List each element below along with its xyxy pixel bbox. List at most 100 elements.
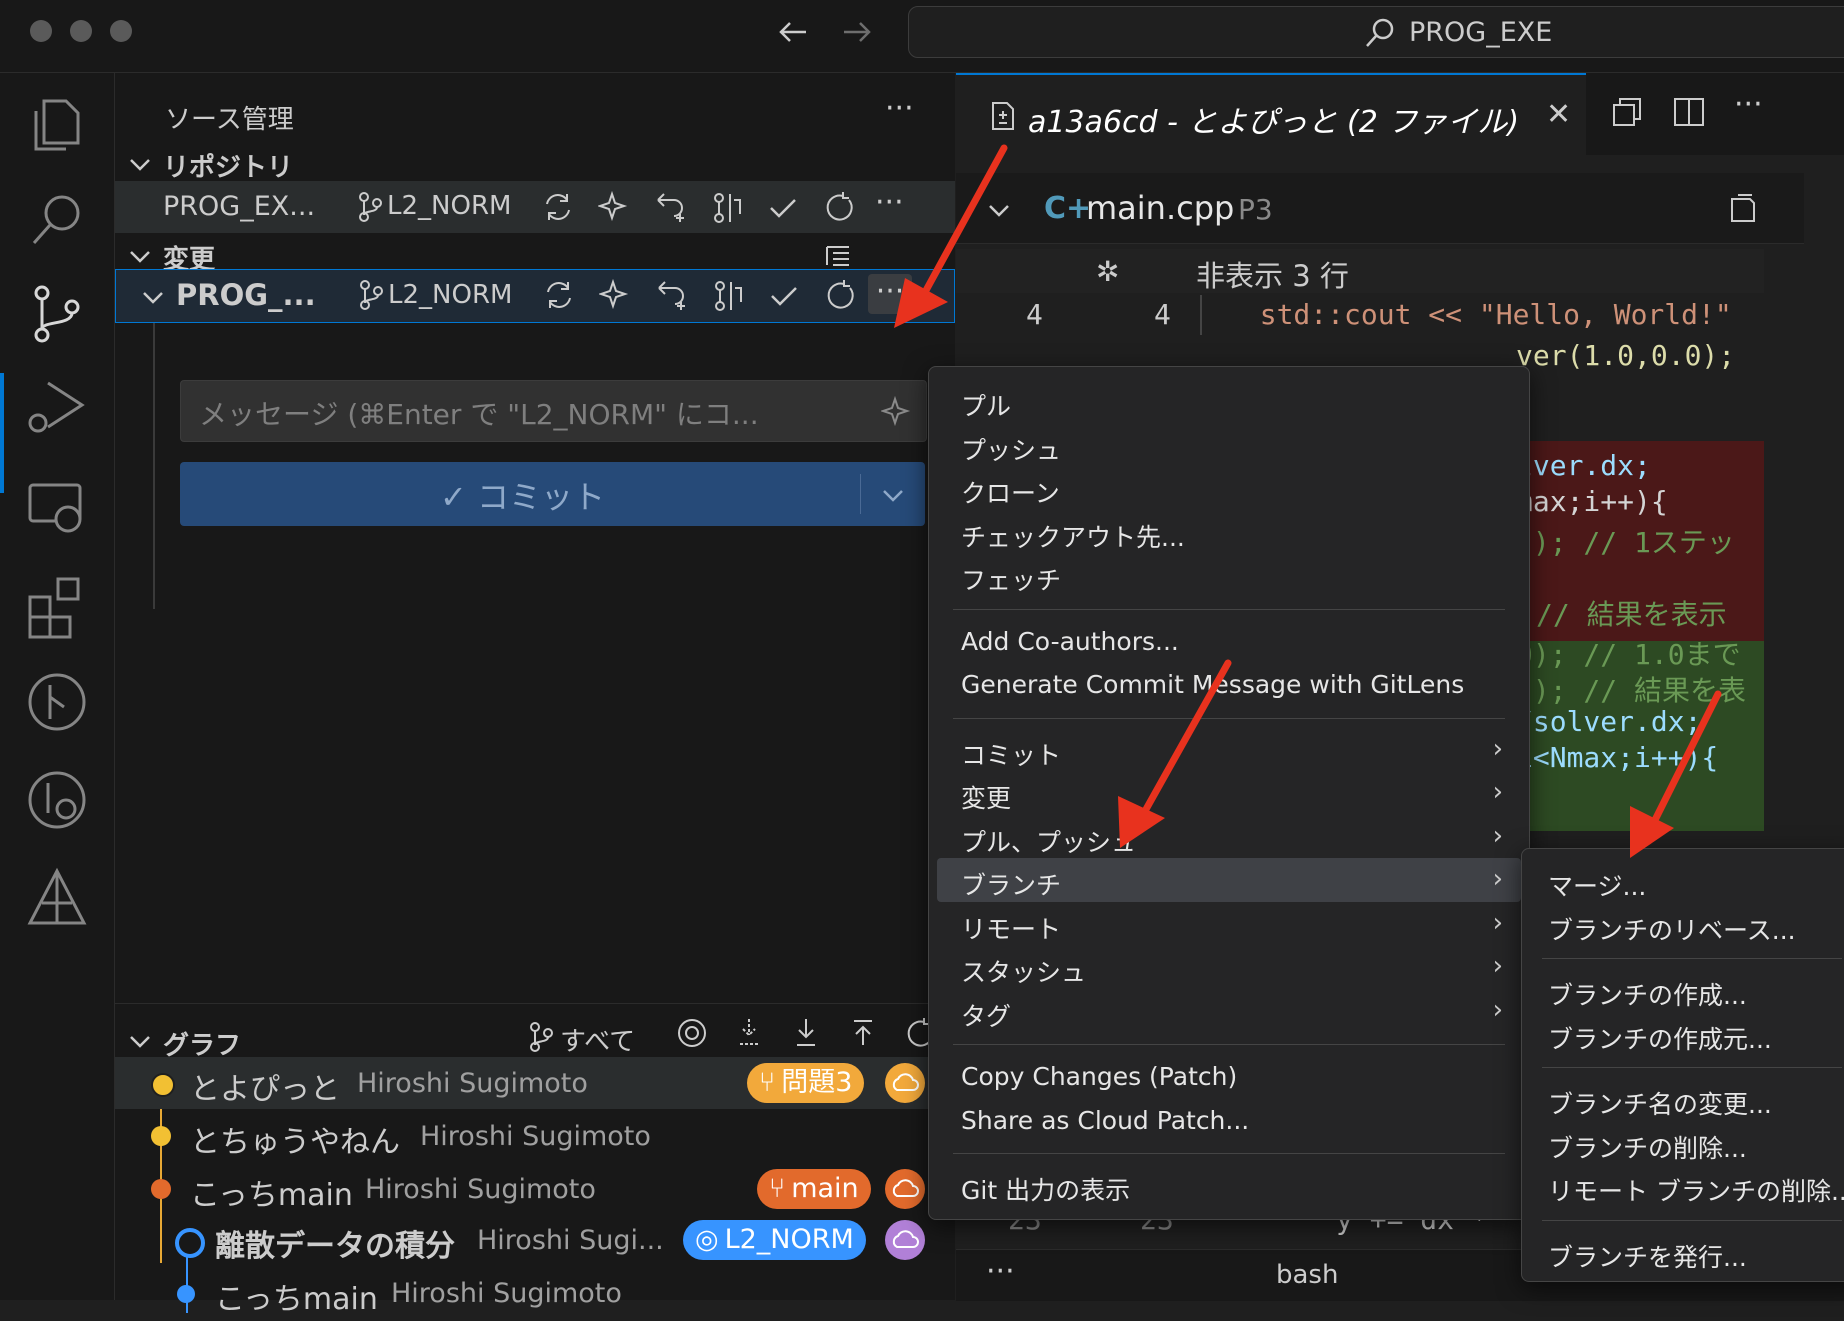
file-header[interactable]: C+ main.cpp P3 (956, 173, 1804, 244)
chevron-down-icon[interactable] (127, 151, 153, 177)
branch-badge[interactable]: ⑂ main (757, 1169, 871, 1209)
branch-badge[interactable]: ⑂ 問題3 (747, 1063, 865, 1103)
search-icon[interactable] (22, 185, 92, 255)
graph-commit-row[interactable]: 離散データの積分 Hiroshi Sugi... ◎ L2_NORM (115, 1216, 955, 1268)
submenu-item-label: リモート ブランチの削除... (1548, 1177, 1844, 1206)
menu-item[interactable]: プル、プッシュ › (937, 815, 1521, 859)
repository-row[interactable]: PROG_EX... L2_NORM ··· (115, 181, 955, 233)
run-debug-icon[interactable] (22, 373, 92, 443)
source-control-icon[interactable] (22, 279, 92, 349)
repository-more-button[interactable]: ··· (875, 185, 904, 220)
refresh-icon[interactable] (819, 187, 859, 227)
close-window-button[interactable] (30, 20, 52, 42)
menu-item[interactable]: フェッチ (937, 553, 1521, 597)
repositories-header[interactable]: リポジトリ (163, 147, 293, 184)
submenu-item[interactable]: ブランチのリベース... (1528, 903, 1844, 947)
command-center[interactable]: PROG_EXE (908, 6, 1844, 58)
graph-commit-row[interactable]: こっちmain Hiroshi Sugimoto (115, 1269, 955, 1321)
chevron-down-icon[interactable] (880, 482, 906, 508)
cloud-icon (885, 1220, 925, 1260)
sparkle-icon[interactable] (881, 395, 915, 429)
copy-icon[interactable] (1610, 95, 1644, 129)
activity-bar (0, 73, 115, 1300)
pull-icon[interactable] (786, 1013, 826, 1053)
gitlens-icon[interactable] (22, 667, 92, 737)
graph-commit-row[interactable]: こっちmain Hiroshi Sugimoto ⑂ main (115, 1163, 955, 1215)
changes-more-button[interactable]: ··· (868, 274, 912, 314)
submenu-item[interactable]: リモート ブランチの削除... (1528, 1164, 1844, 1208)
submenu-item[interactable]: マージ... (1528, 859, 1844, 903)
menu-item[interactable]: タグ › (937, 989, 1521, 1033)
forward-arrow-icon[interactable] (838, 14, 874, 50)
branch-compare-icon[interactable] (708, 275, 748, 315)
check-icon[interactable] (764, 275, 804, 315)
unfold-icon[interactable]: ✲ (1096, 255, 1119, 288)
split-editor-icon[interactable] (1672, 95, 1706, 129)
terminal-label[interactable]: bash (1276, 1260, 1338, 1290)
submenu-item[interactable]: ブランチ名の変更... (1528, 1077, 1844, 1121)
chevron-down-icon[interactable] (127, 243, 153, 269)
graph-commit-row[interactable]: とよぴっと Hiroshi Sugimoto ⑂ 問題3 (115, 1057, 955, 1109)
menu-item[interactable]: プッシュ (937, 423, 1521, 467)
graph-commit-row[interactable]: とちゅうやねん Hiroshi Sugimoto (115, 1110, 955, 1162)
gitlens-inspect-icon[interactable] (22, 765, 92, 835)
refresh-icon[interactable] (820, 275, 860, 315)
fetch-icon[interactable] (729, 1013, 769, 1053)
menu-item[interactable]: Copy Changes (Patch) (937, 1054, 1521, 1098)
undo-commit-icon[interactable] (651, 187, 691, 227)
close-icon[interactable]: ✕ (1546, 97, 1571, 132)
sparkle-icon[interactable] (596, 275, 636, 315)
menu-item[interactable]: ブランチ › (937, 858, 1521, 902)
explorer-icon[interactable] (22, 87, 92, 157)
menu-item[interactable]: コミット › (937, 728, 1521, 772)
hidden-lines-row[interactable]: ✲ 非表示 3 行 (956, 249, 1764, 293)
remote-explorer-icon[interactable] (22, 473, 92, 543)
extensions-icon[interactable] (22, 569, 92, 639)
graph-branch-filter[interactable]: すべて (520, 1013, 660, 1059)
commit-divider (860, 474, 861, 514)
undo-commit-icon[interactable] (652, 275, 692, 315)
panel-more-button[interactable]: ··· (986, 1254, 1015, 1289)
menu-item[interactable]: クローン (937, 466, 1521, 510)
chevron-down-icon[interactable] (127, 1028, 153, 1054)
commit-title: 離散データの積分 (215, 1229, 455, 1264)
submenu-item[interactable]: ブランチの削除... (1528, 1121, 1844, 1165)
commit-button[interactable]: ✓ コミット (180, 462, 925, 526)
chevron-down-icon[interactable] (986, 197, 1012, 223)
editor-more-button[interactable]: ··· (1734, 87, 1763, 122)
chevron-down-icon[interactable] (140, 284, 166, 310)
zoom-window-button[interactable] (110, 20, 132, 42)
menu-item[interactable]: Git 出力の表示 (937, 1163, 1521, 1207)
target-icon[interactable] (672, 1013, 712, 1053)
menu-item[interactable]: 変更 › (937, 771, 1521, 815)
submenu-item[interactable]: ブランチの作成... (1528, 968, 1844, 1012)
commit-author: Hiroshi Sugimoto (365, 1174, 596, 1205)
submenu-item[interactable]: ブランチを発行... (1528, 1230, 1844, 1274)
tab-commit-diff[interactable]: a13a6cd - とよぴっと (2 ファイル) ✕ (956, 73, 1586, 157)
push-icon[interactable] (843, 1013, 883, 1053)
commit-author: Hiroshi Sugimoto (357, 1068, 588, 1099)
sparkle-icon[interactable] (595, 187, 635, 227)
menu-item[interactable]: Add Co-authors... (937, 619, 1521, 663)
view-as-tree-icon[interactable] (823, 241, 853, 271)
check-icon[interactable] (763, 187, 803, 227)
branch-badge[interactable]: ◎ L2_NORM (683, 1220, 866, 1260)
sidebar-more-button[interactable]: ··· (885, 91, 914, 126)
menu-item[interactable]: リモート › (937, 902, 1521, 946)
menu-item[interactable]: スタッシュ › (937, 945, 1521, 989)
minimize-window-button[interactable] (70, 20, 92, 42)
branch-compare-icon[interactable] (707, 187, 747, 227)
sync-icon[interactable] (538, 187, 578, 227)
back-arrow-icon[interactable] (776, 14, 812, 50)
open-file-icon[interactable] (1726, 191, 1760, 225)
menu-item[interactable]: プル (937, 379, 1521, 423)
changes-repository-row[interactable]: PROG_... L2_NORM ··· (115, 269, 955, 323)
menu-item[interactable]: Share as Cloud Patch... (937, 1098, 1521, 1142)
menu-item[interactable]: Generate Commit Message with GitLens (937, 662, 1521, 706)
menu-item[interactable]: チェックアウト先... (937, 510, 1521, 554)
chevron-right-icon: › (1492, 951, 1503, 981)
sync-icon[interactable] (539, 275, 579, 315)
submenu-item[interactable]: ブランチの作成元... (1528, 1012, 1844, 1056)
commit-message-input[interactable]: メッセージ (⌘Enter で "L2_NORM" にコ... (180, 380, 927, 442)
extension-triangle-icon[interactable] (22, 863, 92, 933)
